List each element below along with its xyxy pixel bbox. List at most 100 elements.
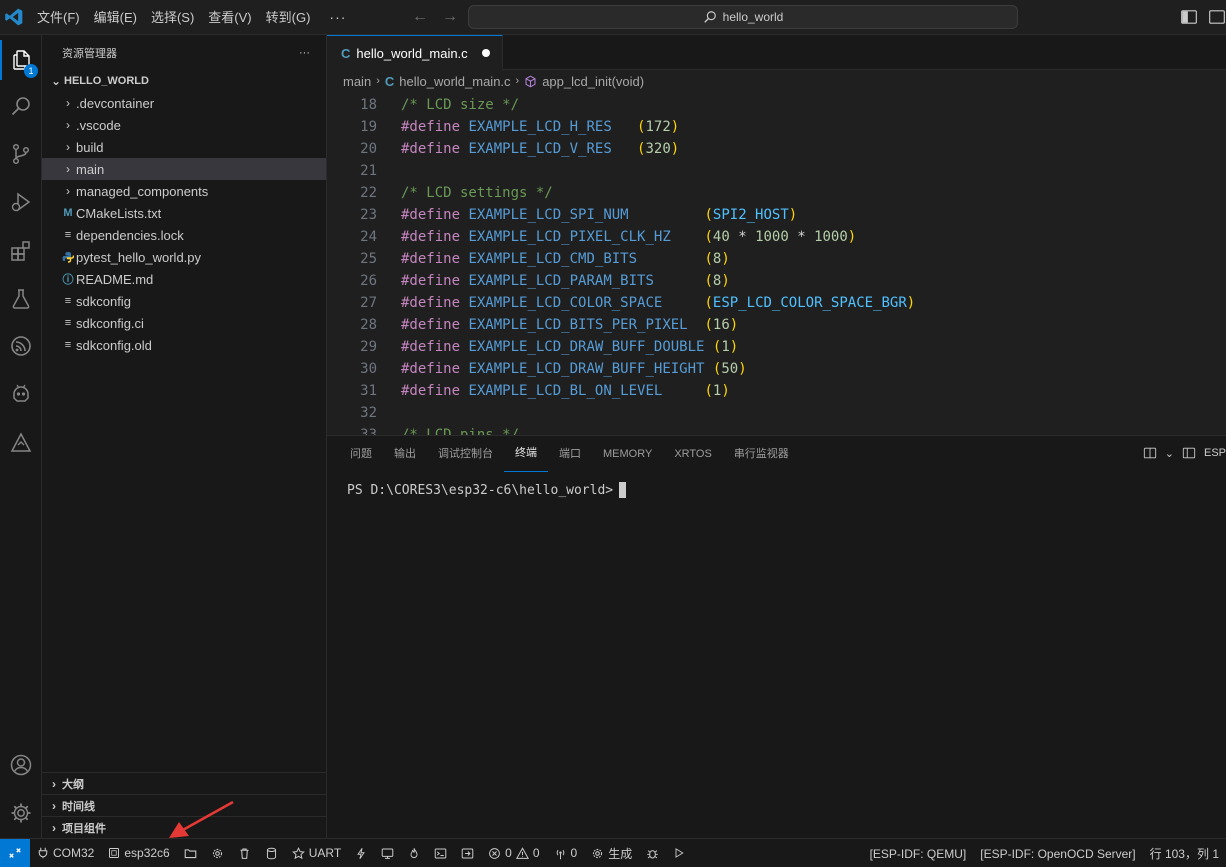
manage-activity[interactable] [0, 793, 42, 833]
monitor-icon [381, 848, 394, 859]
workspace-folder-header[interactable]: ⌄ HELLO_WORLD [42, 70, 326, 92]
explorer-activity[interactable]: 1 [0, 40, 42, 80]
tree-item-sdkconfig[interactable]: ≡ sdkconfig [42, 290, 326, 312]
code-line[interactable]: 24 #define EXAMPLE_LCD_PIXEL_CLK_HZ (40 *… [327, 226, 1226, 248]
tab-hello-world-main[interactable]: C hello_world_main.c [327, 35, 503, 70]
tab-debug-console[interactable]: 调试控制台 [427, 436, 504, 472]
section-outline[interactable]: › 大纲 [42, 772, 326, 794]
tree-item-build[interactable]: › build [42, 136, 326, 158]
terminal-instance-label[interactable]: ESP [1204, 447, 1226, 459]
tree-item-main[interactable]: › main [42, 158, 326, 180]
idf-terminal-button[interactable] [427, 839, 454, 867]
espressif-activity[interactable] [0, 326, 42, 366]
code-line[interactable]: 18 /* LCD size */ [327, 94, 1226, 116]
code-line[interactable]: 27 #define EXAMPLE_LCD_COLOR_SPACE (ESP_L… [327, 292, 1226, 314]
line-text: #define EXAMPLE_LCD_PIXEL_CLK_HZ (40 * 1… [401, 229, 857, 245]
accounts-activity[interactable] [0, 745, 42, 785]
code-line[interactable]: 31 #define EXAMPLE_LCD_BL_ON_LEVEL (1) [327, 380, 1226, 402]
serial-port-button[interactable]: COM32 [30, 839, 101, 867]
execute-custom-task-button[interactable] [454, 839, 481, 867]
tab-memory[interactable]: MEMORY [592, 436, 663, 472]
tree-item-dependencies-lock[interactable]: ≡ dependencies.lock [42, 224, 326, 246]
menu-more-button[interactable]: ··· [317, 0, 358, 35]
terminal-instance-icon[interactable] [1182, 446, 1196, 460]
back-arrow-icon[interactable]: ← [410, 8, 430, 26]
code-line[interactable]: 21 [327, 160, 1226, 182]
menu-edit[interactable]: 编辑(E) [87, 0, 144, 35]
tree-item-vscode[interactable]: › .vscode [42, 114, 326, 136]
sdk-config-button[interactable] [204, 839, 231, 867]
code-line[interactable]: 28 #define EXAMPLE_LCD_BITS_PER_PIXEL (16… [327, 314, 1226, 336]
build-button[interactable]: 生成 [584, 839, 639, 867]
cursor-position[interactable]: 行 103，列 1 [1143, 839, 1226, 867]
testing-activity[interactable] [0, 279, 42, 319]
code-editor[interactable]: 18 /* LCD size */ 19 #define EXAMPLE_LCD_H_… [327, 94, 1226, 435]
erase-flash-button[interactable] [258, 839, 285, 867]
esp-idf-activity[interactable] [0, 423, 42, 463]
tab-ports[interactable]: 端口 [548, 436, 592, 472]
status-bar-right: [ESP-IDF: QEMU] [ESP-IDF: OpenOCD Server… [863, 839, 1226, 867]
tab-terminal[interactable]: 终端 [504, 436, 548, 472]
breadcrumb-file[interactable]: hello_world_main.c [399, 74, 510, 89]
idf-path-button[interactable] [177, 839, 204, 867]
menu-go[interactable]: 转到(G) [259, 0, 318, 35]
code-line[interactable]: 30 #define EXAMPLE_LCD_DRAW_BUFF_HEIGHT (… [327, 358, 1226, 380]
code-line[interactable]: 25 #define EXAMPLE_LCD_CMD_BITS (8) [327, 248, 1226, 270]
tree-item-devcontainer[interactable]: › .devcontainer [42, 92, 326, 114]
sidebar-more-button[interactable]: ··· [299, 47, 310, 59]
tree-item-sdkconfig-ci[interactable]: ≡ sdkconfig.ci [42, 312, 326, 334]
target-chip-button[interactable]: esp32c6 [101, 839, 176, 867]
tree-item-sdkconfig-old[interactable]: ≡ sdkconfig.old [42, 334, 326, 356]
code-line[interactable]: 33 /* LCD pins */ [327, 424, 1226, 435]
extensions-activity[interactable] [0, 231, 42, 271]
ports-status-button[interactable]: 0 [547, 839, 585, 867]
tree-item-readme[interactable]: ⓘ README.md [42, 268, 326, 290]
debug-button[interactable] [639, 839, 666, 867]
full-clean-button[interactable] [231, 839, 258, 867]
flash-method-button[interactable]: UART [285, 839, 348, 867]
tab-output[interactable]: 输出 [383, 436, 427, 472]
problems-status-button[interactable]: 0 0 [481, 839, 546, 867]
testing-icon [12, 289, 30, 309]
source-control-activity[interactable] [0, 134, 42, 174]
menu-selection[interactable]: 选择(S) [144, 0, 201, 35]
tab-problems[interactable]: 问题 [339, 436, 383, 472]
tab-serial-monitor[interactable]: 串行监视器 [723, 436, 800, 472]
code-line[interactable]: 23 #define EXAMPLE_LCD_SPI_NUM (SPI2_HOST… [327, 204, 1226, 226]
line-text: #define EXAMPLE_LCD_BL_ON_LEVEL (1) [401, 383, 730, 399]
code-line[interactable]: 19 #define EXAMPLE_LCD_H_RES (172) [327, 116, 1226, 138]
tree-item-pytest[interactable]: pytest_hello_world.py [42, 246, 326, 268]
toggle-sidebar-icon[interactable] [1180, 8, 1198, 26]
forward-arrow-icon[interactable]: → [440, 8, 460, 26]
run-debug-activity[interactable] [0, 182, 42, 222]
code-line[interactable]: 29 #define EXAMPLE_LCD_DRAW_BUFF_DOUBLE (… [327, 336, 1226, 358]
run-button[interactable] [666, 839, 692, 867]
flash-button[interactable] [348, 839, 374, 867]
platformio-activity[interactable] [0, 375, 42, 415]
terminal-output[interactable]: PS D:\CORES3\esp32-c6\hello_world> [327, 472, 1226, 508]
openocd-status-button[interactable]: [ESP-IDF: OpenOCD Server] [973, 839, 1142, 867]
section-label: 项目组件 [62, 822, 106, 835]
tree-item-cmakelists[interactable]: M CMakeLists.txt [42, 202, 326, 224]
build-flash-monitor-button[interactable] [401, 839, 427, 867]
code-line[interactable]: 32 [327, 402, 1226, 424]
monitor-button[interactable] [374, 839, 401, 867]
tree-item-managed-components[interactable]: › managed_components [42, 180, 326, 202]
chevron-down-icon[interactable]: ⌄ [1165, 447, 1174, 460]
line-number: 33 [360, 427, 377, 435]
code-line[interactable]: 22 /* LCD settings */ [327, 182, 1226, 204]
code-line[interactable]: 20 #define EXAMPLE_LCD_V_RES (320) [327, 138, 1226, 160]
search-activity[interactable] [0, 86, 42, 126]
split-terminal-icon[interactable] [1143, 446, 1157, 460]
remote-indicator-button[interactable] [0, 838, 30, 867]
menu-file[interactable]: 文件(F) [30, 0, 87, 35]
breadcrumb-folder[interactable]: main [343, 74, 371, 89]
tab-xrtos[interactable]: XRTOS [663, 436, 723, 472]
command-center-search[interactable]: hello_world [468, 5, 1018, 29]
toggle-panel-icon[interactable] [1208, 8, 1226, 26]
menu-view[interactable]: 查看(V) [201, 0, 258, 35]
code-line[interactable]: 26 #define EXAMPLE_LCD_PARAM_BITS (8) [327, 270, 1226, 292]
qemu-status-button[interactable]: [ESP-IDF: QEMU] [863, 839, 974, 867]
breadcrumb-symbol[interactable]: app_lcd_init(void) [542, 74, 644, 89]
unsaved-dot-icon[interactable] [481, 49, 490, 57]
